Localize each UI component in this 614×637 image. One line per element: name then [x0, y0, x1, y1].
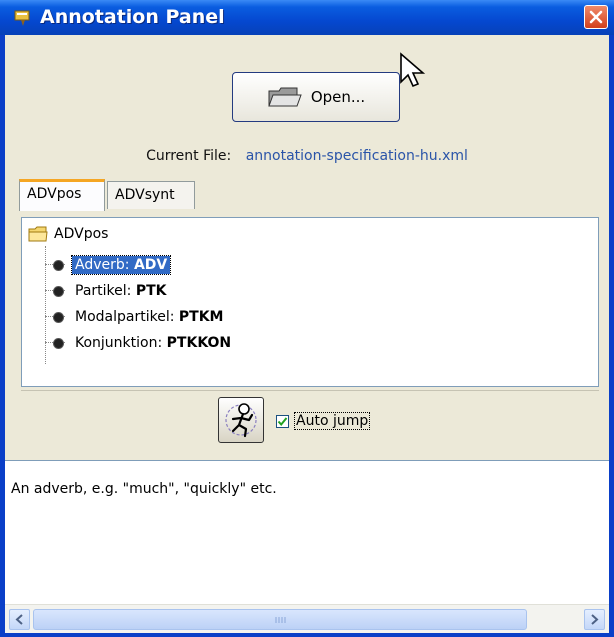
chevron-right-icon	[591, 614, 599, 625]
tree-item-text: Konjunktion: PTKKON	[72, 334, 234, 352]
bullet-icon	[54, 312, 63, 322]
auto-jump-checkbox-row[interactable]: Auto jump	[276, 412, 371, 430]
auto-jump-checkbox[interactable]	[276, 414, 289, 428]
tree-item-code: PTKM	[178, 309, 224, 325]
tree-item-text: Adverb: ADV	[70, 255, 172, 275]
tree-item-name: Konjunktion:	[75, 335, 163, 351]
scroll-right-button[interactable]	[584, 609, 605, 630]
jump-button[interactable]	[218, 397, 264, 443]
open-button-label: Open...	[310, 88, 366, 106]
tab-advsynt[interactable]: ADVsynt	[107, 181, 195, 209]
tree-item-name: Partikel:	[75, 283, 132, 299]
tree-item-code: PTK	[135, 283, 167, 299]
close-icon	[589, 10, 603, 24]
annotation-window: Annotation Panel Open... Current File: a…	[0, 0, 614, 637]
tree-root-label: ADVpos	[54, 226, 109, 242]
tree-item-text: Partikel: PTK	[72, 282, 169, 300]
bullet-icon	[54, 286, 63, 296]
folder-icon	[28, 226, 48, 242]
folder-icon	[268, 87, 302, 107]
bullet-icon	[54, 338, 63, 348]
open-button[interactable]: Open...	[232, 72, 400, 122]
scroll-left-button[interactable]	[9, 609, 30, 630]
tree-item-adverb[interactable]: Adverb: ADV	[54, 254, 172, 276]
tree-item-name: Modalpartikel:	[75, 309, 175, 325]
tree-root[interactable]: ADVpos	[28, 226, 108, 242]
tree-item-konjunktion[interactable]: Konjunktion: PTKKON	[54, 332, 234, 354]
close-button[interactable]	[584, 5, 608, 29]
tree-item-text: Modalpartikel: PTKM	[72, 308, 226, 326]
title-bar[interactable]: Annotation Panel	[0, 0, 614, 35]
current-file-label: Current File:	[146, 148, 232, 164]
current-file-row: Current File: annotation-specification-h…	[5, 148, 609, 164]
check-icon	[277, 416, 288, 426]
tree-item-code: ADV	[133, 257, 168, 273]
tree-item-modalpartikel[interactable]: Modalpartikel: PTKM	[54, 306, 226, 328]
auto-jump-label: Auto jump	[293, 412, 371, 430]
running-person-icon	[225, 403, 257, 438]
horizontal-scrollbar[interactable]	[5, 604, 609, 633]
divider	[21, 390, 599, 391]
mouse-cursor-icon	[400, 52, 426, 88]
description-area[interactable]: An adverb, e.g. "much", "quickly" etc.	[5, 460, 609, 604]
chevron-left-icon	[15, 614, 23, 625]
category-tree[interactable]: ADVpos Adverb: ADV Partikel: PTK Modalpa…	[21, 217, 599, 387]
tree-item-name: Adverb:	[75, 257, 130, 273]
scroll-thumb[interactable]	[33, 609, 527, 630]
tree-item-code: PTKKON	[166, 335, 232, 351]
window-title: Annotation Panel	[40, 6, 225, 28]
annotation-app-icon	[14, 10, 30, 26]
grip-icon	[275, 616, 286, 623]
bullet-icon	[54, 260, 63, 270]
tab-advpos[interactable]: ADVpos	[19, 179, 105, 211]
current-file-value: annotation-specification-hu.xml	[245, 148, 468, 164]
tree-item-partikel[interactable]: Partikel: PTK	[54, 280, 169, 302]
description-text: An adverb, e.g. "much", "quickly" etc.	[11, 481, 277, 497]
